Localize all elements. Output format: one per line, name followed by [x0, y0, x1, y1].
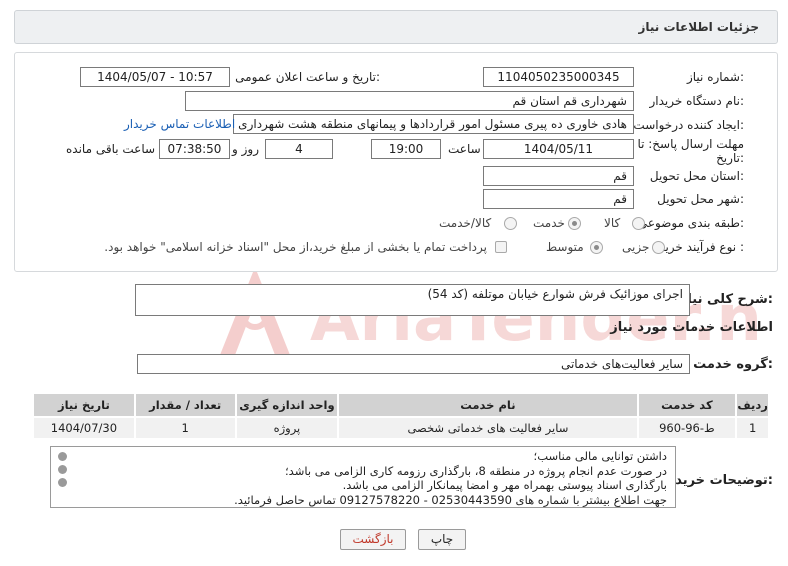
cell-need-date: 1404/07/30: [32, 416, 136, 440]
need-number-label: شماره نیاز:: [686, 70, 744, 84]
city-field[interactable]: قم: [483, 189, 634, 209]
summary-label: شرح کلی نیاز:: [679, 292, 773, 307]
cell-quantity: 1: [133, 416, 237, 440]
services-table: ردیف کد خدمت نام خدمت واحد اندازه گیری ت…: [32, 392, 770, 440]
process-label: نوع فرآیند خرید :: [659, 240, 744, 254]
col-service-name: نام خدمت: [337, 392, 639, 418]
col-unit: واحد اندازه گیری: [234, 392, 340, 418]
announce-label: تاریخ و ساعت اعلان عمومی:: [235, 70, 380, 84]
services-section-title: اطلاعات خدمات مورد نیاز: [610, 320, 773, 335]
col-service-code: کد خدمت: [636, 392, 738, 418]
category-radio-service[interactable]: [568, 217, 581, 230]
treasury-payment-checkbox[interactable]: [495, 241, 507, 253]
cell-service-code: ط-96-960: [636, 416, 738, 440]
buyer-notes-label: توضیحات خریدار:: [663, 473, 773, 488]
page-title: جزئیات اطلاعات نیاز: [638, 20, 759, 34]
print-button[interactable]: چاپ: [418, 529, 466, 550]
buyer-org-field[interactable]: شهرداری قم استان قم: [185, 91, 634, 111]
city-label: شهر محل تحویل:: [657, 192, 744, 206]
remaining-time-field[interactable]: 07:38:50: [159, 139, 230, 159]
buyer-org-label: نام دستگاه خریدار:: [649, 94, 745, 108]
deadline-date-field[interactable]: 1404/05/11: [483, 139, 634, 159]
buyer-notes-line: داشتن توانایی مالی مناسب؛: [533, 449, 667, 463]
category-option-service: خدمت: [533, 216, 565, 230]
category-label: طبقه بندی موضوعی:: [637, 216, 744, 230]
header-panel: جزئیات اطلاعات نیاز: [14, 10, 778, 44]
category-radio-goods-service[interactable]: [504, 217, 517, 230]
buyer-notes-line: در صورت عدم انجام پروژه در منطقه 8، بارگ…: [285, 463, 667, 478]
category-radio-goods[interactable]: [632, 217, 645, 230]
category-option-goods-service: کالا/خدمت: [439, 216, 492, 230]
cell-unit: پروژه: [234, 416, 340, 440]
scroll-thumb-icon[interactable]: [58, 465, 67, 474]
col-row-number: ردیف: [735, 392, 770, 418]
back-button[interactable]: بازگشت: [340, 529, 406, 550]
cell-row-number: 1: [735, 416, 770, 440]
remaining-days-field[interactable]: 4: [265, 139, 333, 159]
scroll-down-icon[interactable]: [58, 478, 67, 487]
remaining-label: ساعت باقی مانده: [66, 142, 156, 156]
announce-datetime-field[interactable]: 1404/05/07 - 10:57: [80, 67, 230, 87]
process-option-medium: متوسط: [546, 240, 584, 254]
col-need-date: تاریخ نیاز: [32, 392, 136, 418]
need-number-field[interactable]: 1104050235000345: [483, 67, 634, 87]
deadline-time-field[interactable]: 19:00: [371, 139, 441, 159]
table-header-row: ردیف کد خدمت نام خدمت واحد اندازه گیری ت…: [32, 392, 770, 418]
creator-label: ایجاد کننده درخواست:: [633, 118, 744, 132]
deadline-label: مهلت ارسال پاسخ: تا: [637, 137, 744, 151]
process-option-minor: جزیی: [622, 240, 650, 254]
province-label: استان محل تحویل:: [649, 169, 744, 183]
service-group-field[interactable]: سایر فعالیت‌های خدماتی: [137, 354, 690, 374]
process-radio-medium[interactable]: [590, 241, 603, 254]
time-label: ساعت: [448, 142, 481, 156]
creator-field[interactable]: هادی خاوری ده پیری مسئول امور قراردادها …: [233, 114, 634, 134]
buyer-notes-textarea[interactable]: داشتن توانایی مالی مناسب؛ در صورت عدم ان…: [50, 446, 676, 508]
deadline-label-2: تاریخ:: [716, 151, 744, 165]
province-field[interactable]: قم: [483, 166, 634, 186]
summary-textarea[interactable]: اجرای موزائیک فرش شوارع خیابان موتلفه (ک…: [135, 284, 690, 316]
table-row: 1 ط-96-960 سایر فعالیت های خدماتی شخصی پ…: [32, 416, 770, 440]
treasury-payment-note: پرداخت تمام یا بخشی از مبلغ خرید،از محل …: [104, 240, 487, 254]
scroll-up-icon[interactable]: [58, 452, 67, 461]
cell-service-name: سایر فعالیت های خدماتی شخصی: [337, 416, 639, 440]
process-radio-minor[interactable]: [652, 241, 665, 254]
col-quantity: تعداد / مقدار: [133, 392, 237, 418]
buyer-notes-line: بارگذاری اسناد پیوستی بهمراه مهر و امضا …: [342, 478, 667, 492]
buyer-contact-link[interactable]: اطلاعات تماس خریدار: [124, 117, 235, 131]
buyer-notes-line: جهت اطلاع بیشتر با شماره های 02530443590…: [234, 492, 667, 507]
service-group-label: گروه خدمت:: [693, 357, 773, 372]
days-label: روز و: [232, 142, 259, 156]
category-option-goods: کالا: [604, 216, 621, 230]
